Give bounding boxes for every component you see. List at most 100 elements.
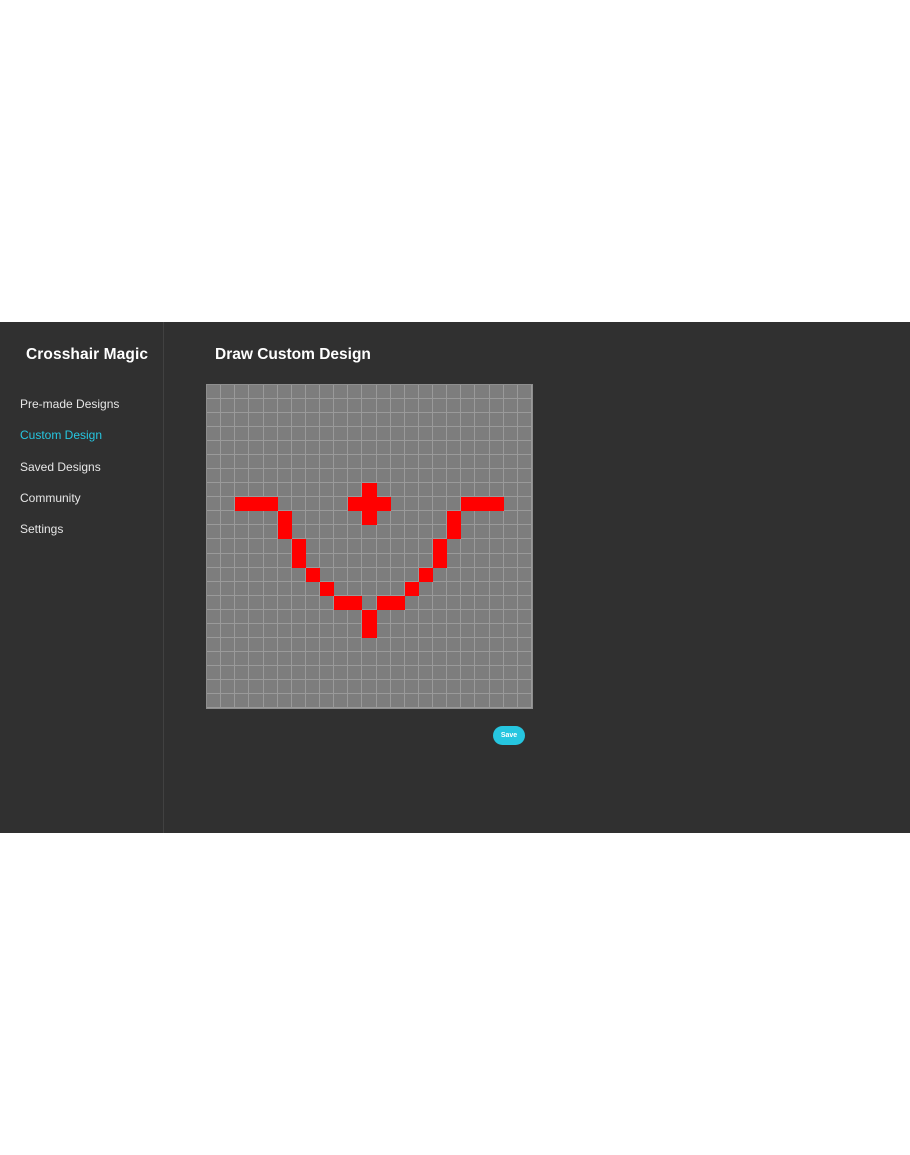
grid-cell[interactable] <box>475 581 490 596</box>
grid-cell[interactable] <box>362 525 377 540</box>
grid-cell[interactable] <box>334 539 349 554</box>
grid-cell[interactable] <box>277 553 292 568</box>
grid-cell-filled[interactable] <box>291 553 306 568</box>
grid-cell[interactable] <box>503 595 518 610</box>
grid-cell[interactable] <box>447 413 462 428</box>
grid-cell[interactable] <box>348 609 363 624</box>
grid-cell[interactable] <box>418 455 434 470</box>
grid-cell[interactable] <box>418 651 434 666</box>
grid-cell[interactable] <box>305 581 321 596</box>
grid-cell[interactable] <box>390 525 405 540</box>
grid-cell[interactable] <box>390 665 405 680</box>
grid-cell[interactable] <box>334 399 349 414</box>
grid-cell[interactable] <box>404 511 419 526</box>
grid-cell[interactable] <box>249 399 264 414</box>
grid-cell[interactable] <box>447 441 462 456</box>
grid-cell[interactable] <box>263 595 278 610</box>
grid-cell[interactable] <box>207 665 222 680</box>
grid-cell[interactable] <box>334 567 349 582</box>
grid-cell-filled[interactable] <box>404 581 419 596</box>
grid-cell[interactable] <box>263 483 278 498</box>
grid-cell[interactable] <box>447 665 462 680</box>
grid-cell[interactable] <box>277 693 292 708</box>
grid-cell[interactable] <box>447 539 462 554</box>
grid-cell[interactable] <box>418 483 434 498</box>
grid-cell[interactable] <box>207 693 222 708</box>
grid-cell[interactable] <box>517 455 532 470</box>
grid-cell[interactable] <box>475 469 490 484</box>
grid-cell[interactable] <box>475 651 490 666</box>
grid-cell[interactable] <box>362 427 377 442</box>
grid-cell[interactable] <box>447 427 462 442</box>
grid-cell[interactable] <box>263 623 278 638</box>
grid-cell[interactable] <box>320 553 335 568</box>
grid-cell[interactable] <box>207 455 222 470</box>
grid-cell[interactable] <box>249 553 264 568</box>
grid-cell[interactable] <box>277 651 292 666</box>
grid-cell[interactable] <box>461 483 476 498</box>
grid-cell[interactable] <box>334 637 349 652</box>
grid-cell[interactable] <box>433 483 448 498</box>
grid-cell[interactable] <box>249 665 264 680</box>
grid-cell[interactable] <box>305 497 321 512</box>
grid-cell[interactable] <box>291 483 306 498</box>
grid-cell[interactable] <box>362 567 377 582</box>
grid-cell[interactable] <box>235 483 250 498</box>
grid-cell-filled[interactable] <box>447 525 462 540</box>
grid-cell[interactable] <box>305 553 321 568</box>
grid-cell[interactable] <box>433 511 448 526</box>
grid-cell[interactable] <box>320 497 335 512</box>
grid-cell[interactable] <box>447 553 462 568</box>
grid-cell[interactable] <box>348 553 363 568</box>
grid-cell[interactable] <box>305 637 321 652</box>
grid-cell[interactable] <box>320 651 335 666</box>
grid-cell[interactable] <box>320 455 335 470</box>
grid-cell-filled[interactable] <box>362 623 377 638</box>
grid-cell[interactable] <box>475 511 490 526</box>
grid-cell[interactable] <box>221 455 236 470</box>
grid-cell[interactable] <box>376 469 391 484</box>
grid-cell[interactable] <box>517 525 532 540</box>
grid-cell[interactable] <box>376 539 391 554</box>
grid-cell[interactable] <box>263 427 278 442</box>
grid-cell[interactable] <box>221 525 236 540</box>
grid-cell[interactable] <box>263 525 278 540</box>
grid-cell[interactable] <box>249 679 264 694</box>
grid-cell[interactable] <box>433 595 448 610</box>
grid-cell[interactable] <box>235 511 250 526</box>
grid-cell[interactable] <box>207 427 222 442</box>
grid-cell[interactable] <box>489 399 504 414</box>
grid-cell[interactable] <box>305 539 321 554</box>
grid-cell-filled[interactable] <box>277 511 292 526</box>
grid-cell[interactable] <box>503 455 518 470</box>
grid-cell[interactable] <box>263 609 278 624</box>
grid-cell[interactable] <box>418 637 434 652</box>
grid-cell[interactable] <box>503 427 518 442</box>
grid-cell[interactable] <box>517 413 532 428</box>
grid-cell[interactable] <box>320 525 335 540</box>
grid-cell[interactable] <box>517 679 532 694</box>
grid-cell[interactable] <box>291 511 306 526</box>
grid-cell[interactable] <box>320 623 335 638</box>
grid-cell[interactable] <box>376 553 391 568</box>
grid-cell[interactable] <box>291 441 306 456</box>
grid-cell[interactable] <box>461 399 476 414</box>
grid-cell[interactable] <box>461 609 476 624</box>
grid-cell[interactable] <box>221 441 236 456</box>
grid-cell[interactable] <box>404 469 419 484</box>
grid-cell[interactable] <box>418 511 434 526</box>
grid-cell[interactable] <box>376 413 391 428</box>
grid-cell[interactable] <box>362 637 377 652</box>
grid-cell[interactable] <box>376 679 391 694</box>
grid-cell[interactable] <box>461 511 476 526</box>
grid-cell[interactable] <box>207 413 222 428</box>
grid-cell[interactable] <box>404 427 419 442</box>
grid-cell[interactable] <box>433 637 448 652</box>
grid-cell[interactable] <box>235 679 250 694</box>
grid-cell[interactable] <box>207 553 222 568</box>
grid-cell[interactable] <box>348 469 363 484</box>
grid-cell[interactable] <box>334 623 349 638</box>
grid-cell[interactable] <box>334 455 349 470</box>
grid-cell[interactable] <box>433 413 448 428</box>
grid-cell[interactable] <box>277 637 292 652</box>
